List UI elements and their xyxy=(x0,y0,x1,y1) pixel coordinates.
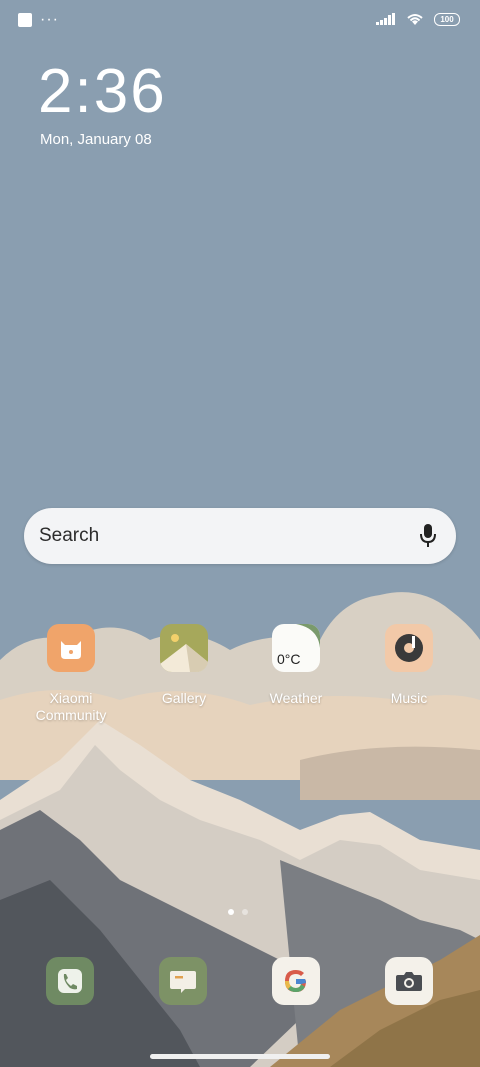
app-label-weather: Weather xyxy=(269,690,323,706)
page-dot xyxy=(242,909,248,915)
weather-temperature: 0°C xyxy=(277,651,301,667)
system-indicators: 100 xyxy=(376,12,460,26)
home-indicator[interactable] xyxy=(150,1054,330,1059)
app-label-gallery: Gallery xyxy=(161,690,207,706)
signal-icon xyxy=(376,13,395,25)
search-placeholder: Search xyxy=(39,525,100,546)
google-icon[interactable] xyxy=(272,957,320,1005)
music-icon xyxy=(385,624,433,672)
camera-icon[interactable] xyxy=(385,957,433,1005)
search-bar[interactable]: Search xyxy=(24,508,456,564)
status-bar: ··· 100 xyxy=(0,0,480,42)
wifi-icon xyxy=(407,14,423,25)
messages-icon[interactable] xyxy=(159,957,207,1005)
phone-icon[interactable] xyxy=(46,957,94,1005)
app-music[interactable]: Music xyxy=(353,624,465,707)
clock-date[interactable]: Mon, January 08 xyxy=(40,131,152,148)
clock-time[interactable]: 2:36 xyxy=(38,56,167,127)
xiaomi-community-icon xyxy=(47,624,95,672)
battery-icon: 100 xyxy=(434,12,460,26)
app-xiaomi-community[interactable]: Xiaomi Community xyxy=(15,624,127,724)
gallery-icon xyxy=(160,624,208,672)
notification-icon xyxy=(18,13,32,27)
app-gallery[interactable]: Gallery xyxy=(128,624,240,707)
page-indicator xyxy=(228,909,248,915)
app-label-music: Music xyxy=(390,690,428,706)
weather-icon: 0°C xyxy=(272,624,320,672)
battery-level: 100 xyxy=(440,14,454,24)
more-notifications-icon: ··· xyxy=(40,11,59,28)
mic-icon[interactable] xyxy=(418,523,438,549)
page-dot-active xyxy=(228,909,234,915)
app-weather[interactable]: 0°C Weather xyxy=(240,624,352,707)
notification-area: ··· xyxy=(18,11,59,28)
app-label-xiaomi-community: Xiaomi Community xyxy=(35,690,107,723)
